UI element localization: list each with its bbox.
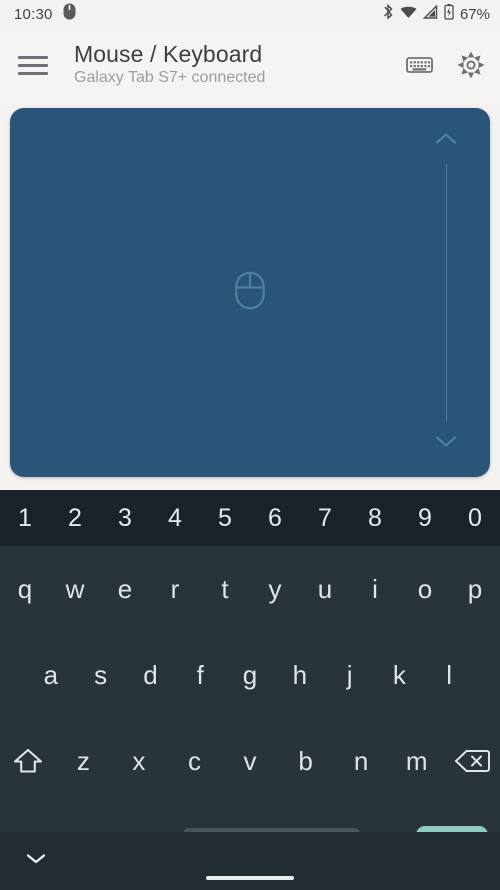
home-gesture-pill[interactable] [206,876,294,880]
gear-icon[interactable] [456,50,486,80]
scroll-track[interactable] [445,164,447,421]
key-b[interactable]: b [278,718,334,804]
mouse-outline-icon [235,271,265,314]
key-h[interactable]: h [275,632,325,718]
connection-status: Galaxy Tab S7+ connected [74,69,266,87]
key-2[interactable]: 2 [50,490,100,546]
status-bar-left: 10:30 [14,3,76,25]
key-f[interactable]: f [175,632,225,718]
key-n[interactable]: n [333,718,389,804]
key-m[interactable]: m [389,718,445,804]
key-z[interactable]: z [56,718,112,804]
keyboard-row-zxcv: z x c v b n m [0,718,500,804]
status-bar-right: 67% [383,3,490,25]
wifi-icon [400,5,417,24]
key-s[interactable]: s [76,632,126,718]
key-k[interactable]: k [374,632,424,718]
key-y[interactable]: y [250,546,300,632]
keyboard-icon[interactable] [404,50,434,80]
cellular-signal-icon [422,3,438,24]
key-i[interactable]: i [350,546,400,632]
keyboard-row-asdf: a s d f g h j k l [0,632,500,718]
key-0[interactable]: 0 [450,490,500,546]
key-t[interactable]: t [200,546,250,632]
key-e[interactable]: e [100,546,150,632]
hamburger-line [18,63,48,67]
key-8[interactable]: 8 [350,490,400,546]
on-screen-keyboard: 1 2 3 4 5 6 7 8 9 0 q w e r t y u i o p … [0,490,500,890]
keyboard-number-row: 1 2 3 4 5 6 7 8 9 0 [0,490,500,546]
app-bar: Mouse / Keyboard Galaxy Tab S7+ connecte… [0,28,500,102]
mouse-icon [63,3,76,25]
key-j[interactable]: j [325,632,375,718]
system-navigation-bar [0,832,500,890]
key-q[interactable]: q [0,546,50,632]
status-clock: 10:30 [14,5,53,23]
battery-percent: 67% [459,5,490,23]
key-d[interactable]: d [126,632,176,718]
key-4[interactable]: 4 [150,490,200,546]
status-bar: 10:30 67% [0,0,500,28]
key-g[interactable]: g [225,632,275,718]
home-gesture-area[interactable] [72,832,428,890]
chevron-up-icon[interactable] [435,132,457,150]
key-5[interactable]: 5 [200,490,250,546]
key-u[interactable]: u [300,546,350,632]
key-a[interactable]: a [26,632,76,718]
chevron-down-icon [25,852,47,870]
key-1[interactable]: 1 [0,490,50,546]
key-c[interactable]: c [167,718,223,804]
backspace-icon[interactable] [445,718,500,804]
app-bar-titles: Mouse / Keyboard Galaxy Tab S7+ connecte… [74,41,265,89]
key-v[interactable]: v [222,718,278,804]
touchpad-container [0,102,500,477]
key-9[interactable]: 9 [400,490,450,546]
hamburger-menu-icon[interactable] [16,48,50,82]
key-6[interactable]: 6 [250,490,300,546]
key-l[interactable]: l [424,632,474,718]
shift-icon[interactable] [0,718,56,804]
key-w[interactable]: w [50,546,100,632]
hamburger-line [18,71,48,75]
app-bar-actions [404,50,486,80]
key-p[interactable]: p [450,546,500,632]
key-r[interactable]: r [150,546,200,632]
keyboard-row-qwerty: q w e r t y u i o p [0,546,500,632]
battery-charging-icon [444,3,454,25]
page-title: Mouse / Keyboard [74,40,263,67]
key-x[interactable]: x [111,718,167,804]
hamburger-line [18,55,48,59]
key-3[interactable]: 3 [100,490,150,546]
bluetooth-icon [383,3,394,25]
key-7[interactable]: 7 [300,490,350,546]
chevron-down-icon[interactable] [435,435,457,453]
touchpad-surface[interactable] [10,108,490,477]
scroll-strip[interactable] [432,132,460,453]
hide-keyboard-button[interactable] [0,852,72,870]
key-o[interactable]: o [400,546,450,632]
